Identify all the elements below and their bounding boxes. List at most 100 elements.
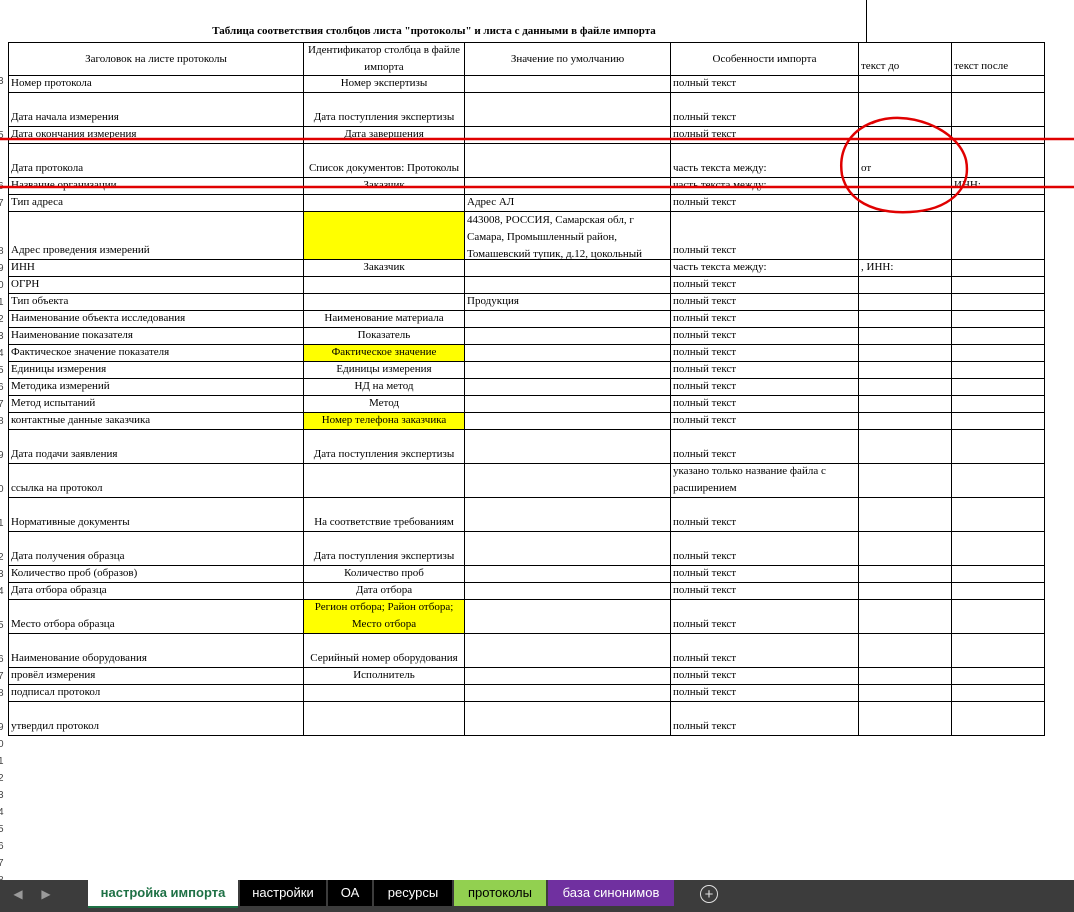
col-feature-cell[interactable]: часть текста между: (671, 260, 859, 277)
col-default-cell[interactable] (465, 634, 671, 668)
col-after-cell[interactable] (952, 430, 1045, 464)
col-header-cell[interactable]: ОГРН (8, 277, 304, 294)
row-number[interactable]: 3 (0, 76, 8, 87)
col-id-cell[interactable]: Дата отбора (304, 583, 465, 600)
col-before-cell[interactable] (859, 668, 952, 685)
col-feature-cell[interactable]: часть текста между: (671, 178, 859, 195)
row-number[interactable]: 1 (0, 297, 8, 308)
tab-3[interactable]: ОА (328, 880, 372, 906)
col-after-cell[interactable] (952, 685, 1045, 702)
row-number[interactable]: 4 (0, 348, 8, 359)
col-header-cell[interactable]: Адрес проведения измерений (8, 212, 304, 260)
col-default-cell[interactable] (465, 127, 671, 144)
col-header-cell[interactable]: Дата начала измерения (8, 93, 304, 127)
col-after-cell[interactable] (952, 195, 1045, 212)
col-default-cell[interactable] (465, 600, 671, 634)
col-feature-cell[interactable]: полный текст (671, 413, 859, 430)
col-after-cell[interactable] (952, 396, 1045, 413)
col-before-cell[interactable] (859, 634, 952, 668)
row-number[interactable]: 9 (0, 263, 8, 274)
row-number[interactable]: 2 (0, 552, 8, 563)
col-default-cell[interactable] (465, 76, 671, 93)
col-header-cell[interactable]: Нормативные документы (8, 498, 304, 532)
row-number[interactable]: 0 (0, 484, 8, 495)
col-after-cell[interactable] (952, 464, 1045, 498)
col-default-cell[interactable] (465, 178, 671, 195)
col-after-cell[interactable] (952, 566, 1045, 583)
col-after-cell[interactable] (952, 93, 1045, 127)
col-feature-cell[interactable]: полный текст (671, 566, 859, 583)
col-header-cell[interactable]: Единицы измерения (8, 362, 304, 379)
col-default-cell[interactable] (465, 345, 671, 362)
col-after-cell[interactable] (952, 144, 1045, 178)
row-number[interactable]: 6 (0, 841, 8, 852)
col-default-cell[interactable] (465, 668, 671, 685)
col-before-cell[interactable] (859, 413, 952, 430)
col-default-cell[interactable] (465, 362, 671, 379)
col-feature-cell[interactable]: полный текст (671, 634, 859, 668)
col-feature-cell[interactable]: полный текст (671, 294, 859, 311)
row-number[interactable]: 5 (0, 824, 8, 835)
col-after-cell[interactable] (952, 362, 1045, 379)
column-header[interactable]: Значение по умолчанию (465, 42, 671, 76)
row-number[interactable]: 5 (0, 620, 8, 631)
row-number[interactable]: 1 (0, 518, 8, 529)
col-feature-cell[interactable]: полный текст (671, 532, 859, 566)
col-after-cell[interactable] (952, 212, 1045, 260)
col-default-cell[interactable] (465, 93, 671, 127)
col-id-cell[interactable]: Единицы измерения (304, 362, 465, 379)
col-after-cell[interactable] (952, 328, 1045, 345)
col-before-cell[interactable] (859, 76, 952, 93)
col-after-cell[interactable] (952, 532, 1045, 566)
tab-4[interactable]: ресурсы (374, 880, 452, 906)
col-header-cell[interactable]: подписал протокол (8, 685, 304, 702)
col-before-cell[interactable] (859, 294, 952, 311)
col-feature-cell[interactable]: полный текст (671, 195, 859, 212)
col-header-cell[interactable]: Место отбора образца (8, 600, 304, 634)
col-before-cell[interactable] (859, 464, 952, 498)
row-number[interactable]: 5 (0, 365, 8, 376)
col-id-cell[interactable]: Список документов: Протоколы (304, 144, 465, 178)
col-default-cell[interactable] (465, 532, 671, 566)
col-default-cell[interactable] (465, 566, 671, 583)
row-number[interactable]: 2 (0, 314, 8, 325)
col-after-cell[interactable] (952, 127, 1045, 144)
col-feature-cell[interactable]: полный текст (671, 668, 859, 685)
col-id-cell[interactable]: Регион отбора; Район отбора; Место отбор… (304, 600, 465, 634)
col-before-cell[interactable] (859, 345, 952, 362)
row-number[interactable]: 4 (0, 807, 8, 818)
col-before-cell[interactable] (859, 328, 952, 345)
col-header-cell[interactable]: Дата получения образца (8, 532, 304, 566)
col-header-cell[interactable]: Номер протокола (8, 76, 304, 93)
col-header-cell[interactable]: Методика измерений (8, 379, 304, 396)
col-feature-cell[interactable]: полный текст (671, 362, 859, 379)
col-before-cell[interactable]: , ИНН: (859, 260, 952, 277)
col-header-cell[interactable]: утвердил протокол (8, 702, 304, 736)
col-after-cell[interactable] (952, 600, 1045, 634)
col-id-cell[interactable]: Наименование материала (304, 311, 465, 328)
col-header-cell[interactable]: ссылка на протокол (8, 464, 304, 498)
col-before-cell[interactable] (859, 532, 952, 566)
col-feature-cell[interactable]: часть текста между: (671, 144, 859, 178)
col-default-cell[interactable] (465, 685, 671, 702)
col-feature-cell[interactable]: полный текст (671, 583, 859, 600)
col-before-cell[interactable] (859, 583, 952, 600)
col-feature-cell[interactable]: полный текст (671, 685, 859, 702)
col-id-cell[interactable]: Фактическое значение (304, 345, 465, 362)
col-id-cell[interactable]: Номер экспертизы (304, 76, 465, 93)
chevron-left-icon[interactable]: ◀ (4, 880, 32, 908)
col-feature-cell[interactable]: полный текст (671, 396, 859, 413)
col-after-cell[interactable] (952, 379, 1045, 396)
col-feature-cell[interactable]: полный текст (671, 311, 859, 328)
row-number[interactable]: 7 (0, 671, 8, 682)
row-number[interactable]: 8 (0, 416, 8, 427)
col-id-cell[interactable]: Серийный номер оборудования (304, 634, 465, 668)
col-after-cell[interactable] (952, 294, 1045, 311)
col-after-cell[interactable] (952, 413, 1045, 430)
col-before-cell[interactable] (859, 566, 952, 583)
column-header[interactable]: Особенности импорта (671, 42, 859, 76)
row-number[interactable]: 6 (0, 382, 8, 393)
col-id-cell[interactable]: На соответствие требованиям (304, 498, 465, 532)
col-id-cell[interactable]: Номер телефона заказчика (304, 413, 465, 430)
col-id-cell[interactable] (304, 464, 465, 498)
